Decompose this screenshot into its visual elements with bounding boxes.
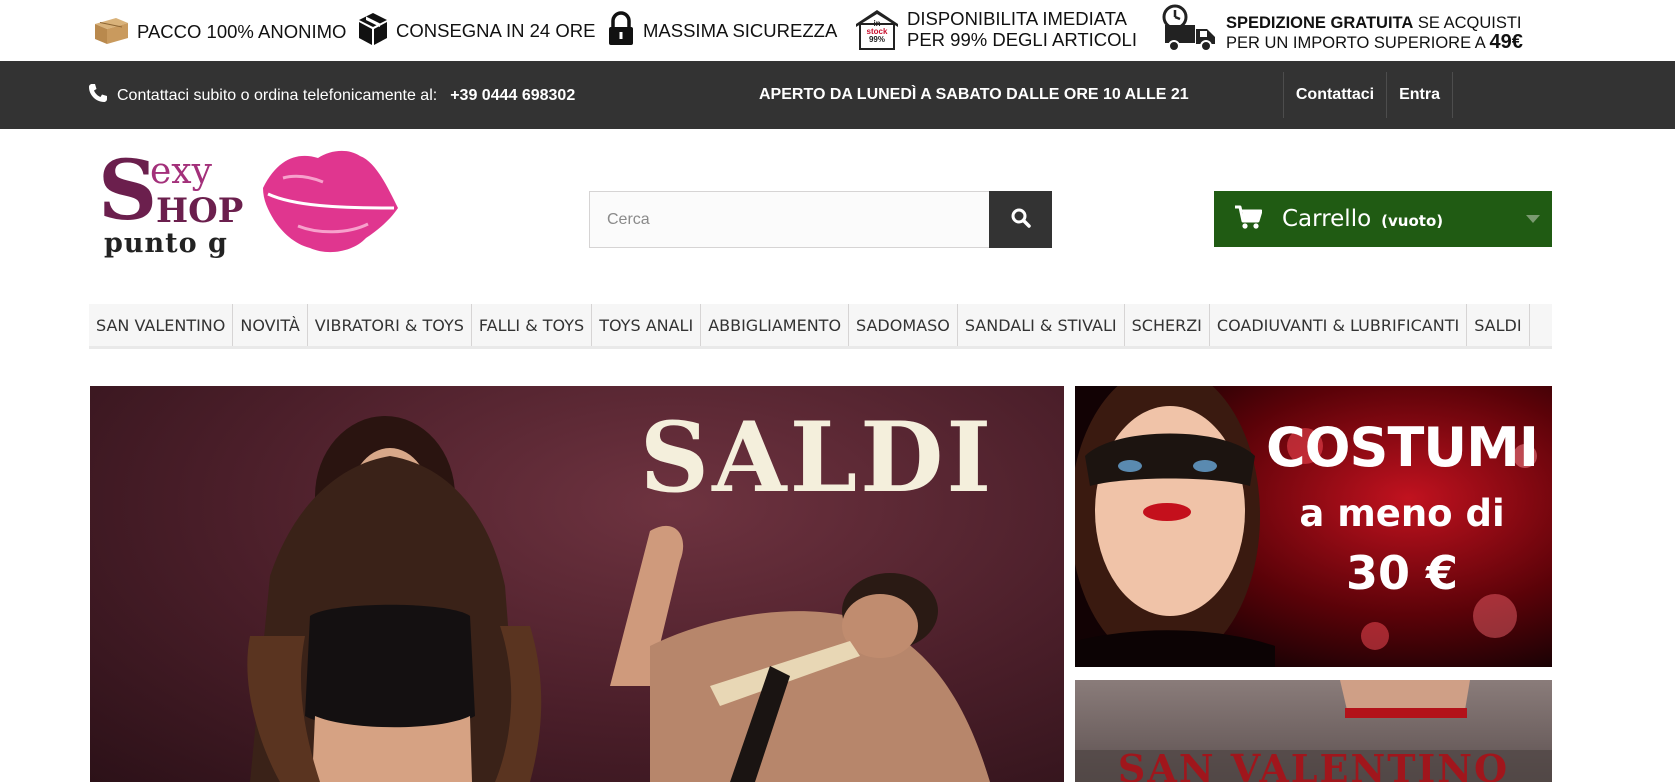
menu-item-vibratori-toys[interactable]: VIBRATORI & TOYS: [308, 304, 472, 346]
contact-text: Contattaci subito o ordina telefonicamen…: [117, 86, 438, 104]
search-icon: [1011, 208, 1031, 231]
logo-initial: S: [98, 143, 158, 239]
top-info-bar: Contattaci subito o ordina telefonicamen…: [0, 61, 1675, 129]
cart-label: Carrello: [1282, 206, 1372, 232]
availability-line-1: DISPONIBILITA IMEDIATA: [907, 8, 1127, 29]
feature-security: MASSIMA SICUREZZA: [606, 11, 837, 52]
contact-link[interactable]: Contattaci: [1282, 72, 1386, 118]
saldi-banner[interactable]: SALDI: [90, 386, 1064, 782]
login-link[interactable]: Entra: [1386, 72, 1453, 118]
user-links: Contattaci Entra: [1282, 72, 1453, 118]
costumi-price: 30 €: [1345, 546, 1459, 600]
san-valentino-title: SAN VALENTINO: [1117, 746, 1510, 782]
menu-item-falli-toys[interactable]: FALLI & TOYS: [472, 304, 593, 346]
in-stock-warehouse-icon: in stock 99%: [854, 8, 900, 50]
stock-badge-percent: 99%: [868, 35, 885, 44]
menu-item-novita[interactable]: NOVITÀ: [233, 304, 308, 346]
search-button[interactable]: [989, 191, 1052, 248]
costumi-subtitle: a meno di: [1299, 492, 1505, 535]
features-strip: PACCO 100% ANONIMO CONSEGNA IN 24 ORE MA…: [0, 0, 1675, 61]
feature-anonymous: PACCO 100% ANONIMO: [92, 15, 346, 50]
menu-item-coadiuvanti[interactable]: COADIUVANTI & LUBRIFICANTI: [1210, 304, 1468, 346]
logo-line-2: HOP: [156, 191, 244, 231]
shipping-rest: SE ACQUISTI: [1413, 14, 1522, 32]
menu-item-scherzi[interactable]: SCHERZI: [1125, 304, 1210, 346]
contact-info: Contattaci subito o ordina telefonicamen…: [88, 83, 575, 108]
costumi-title: COSTUMI: [1266, 416, 1539, 479]
menu-item-abbigliamento[interactable]: ABBIGLIAMENTO: [701, 304, 850, 346]
search-form: [589, 191, 1053, 248]
box-icon: [357, 11, 389, 52]
availability-line-2: PER 99% DEGLI ARTICOLI: [907, 29, 1137, 50]
shopping-cart-icon: [1234, 204, 1263, 235]
feature-shipping-text: SPEDIZIONE GRATUITA SE ACQUISTI PER UN I…: [1226, 14, 1523, 53]
menu-item-toys-anali[interactable]: TOYS ANALI: [592, 304, 702, 346]
feature-delivery-text: CONSEGNA IN 24 ORE: [396, 20, 596, 42]
feature-availability-text: DISPONIBILITA IMEDIATA PER 99% DEGLI ART…: [907, 8, 1137, 50]
feature-shipping: SPEDIZIONE GRATUITA SE ACQUISTI PER UN I…: [1161, 3, 1523, 58]
phone-number[interactable]: +39 0444 698302: [450, 87, 575, 105]
feature-delivery: CONSEGNA IN 24 ORE: [357, 11, 595, 52]
search-input[interactable]: [589, 191, 989, 248]
phone-icon: [88, 83, 108, 108]
main-menu: SAN VALENTINO NOVITÀ VIBRATORI & TOYS FA…: [89, 304, 1552, 349]
feature-availability: in stock 99% DISPONIBILITA IMEDIATA PER …: [854, 8, 1137, 50]
cart-button[interactable]: Carrello (vuoto): [1214, 191, 1552, 247]
menu-item-saldi[interactable]: SALDI: [1467, 304, 1530, 346]
menu-item-sadomaso[interactable]: SADOMASO: [849, 304, 958, 346]
san-valentino-banner[interactable]: SAN VALENTINO: [1075, 680, 1552, 782]
costumi-banner[interactable]: COSTUMI a meno di 30 €: [1075, 386, 1552, 667]
menu-item-sandali-stivali[interactable]: SANDALI & STIVALI: [958, 304, 1125, 346]
menu-item-san-valentino[interactable]: SAN VALENTINO: [89, 304, 234, 346]
cart-status: (vuoto): [1381, 212, 1444, 230]
logo-line-1: exy: [150, 151, 212, 192]
saldi-title: SALDI: [639, 401, 995, 514]
opening-hours: APERTO DA LUNEDÌ A SABATO DALLE ORE 10 A…: [759, 86, 1189, 103]
package-icon: [92, 15, 130, 50]
chevron-down-icon[interactable]: [1526, 215, 1540, 223]
shipping-line-2: PER UN IMPORTO SUPERIORE A: [1226, 34, 1485, 52]
shipping-bold: SPEDIZIONE GRATUITA: [1226, 14, 1414, 32]
feature-security-text: MASSIMA SICUREZZA: [643, 20, 838, 42]
logo-line-3: punto g: [104, 228, 228, 259]
feature-anonymous-text: PACCO 100% ANONIMO: [137, 21, 347, 43]
shipping-amount: 49€: [1489, 31, 1523, 53]
lips-icon: [263, 150, 398, 253]
lock-icon: [606, 11, 636, 52]
site-logo[interactable]: S exy HOP punto g: [98, 148, 408, 263]
delivery-truck-clock-icon: [1161, 3, 1219, 58]
